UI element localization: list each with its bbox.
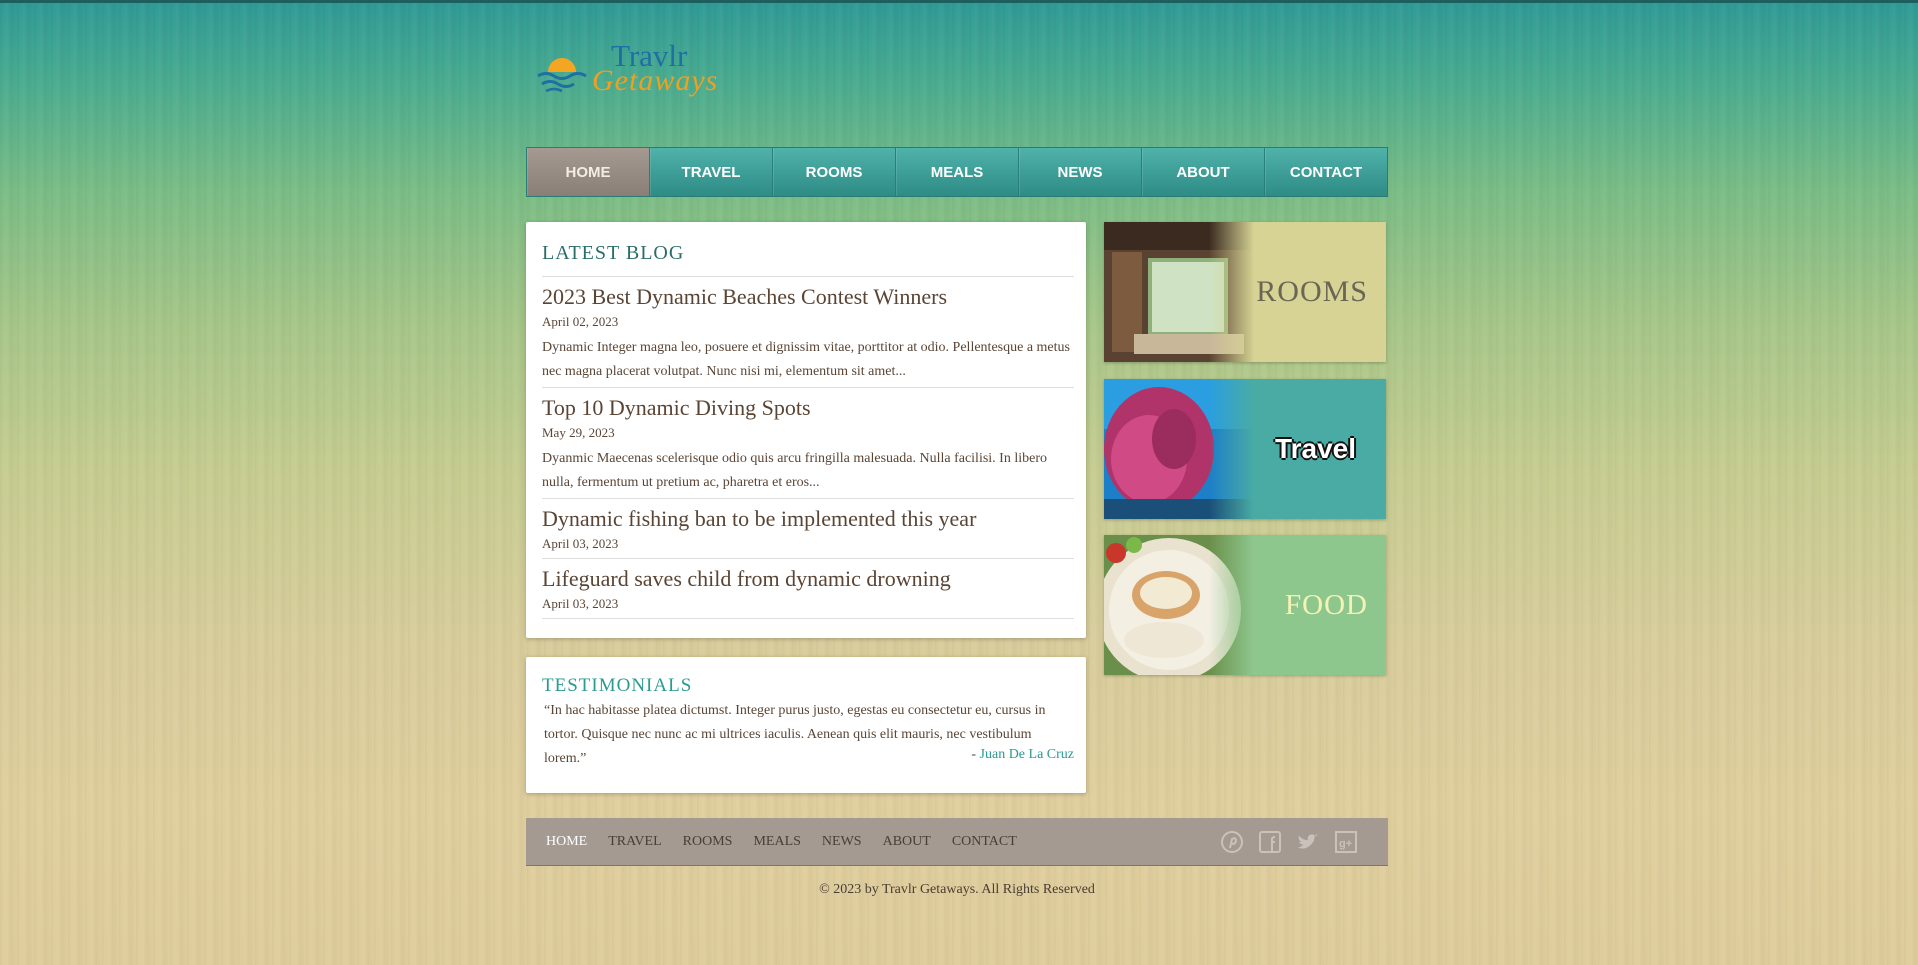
footer-nav: HOME TRAVEL ROOMS MEALS NEWS ABOUT CONTA…: [546, 818, 1038, 866]
food-feature-label: FOOD: [1285, 588, 1368, 621]
testimonials-heading: TESTIMONIALS: [542, 675, 693, 696]
blog-post-title[interactable]: Lifeguard saves child from dynamic drown…: [542, 566, 951, 592]
blog-post-excerpt: Dyanmic Maecenas scelerisque odio quis a…: [542, 451, 1047, 490]
footer-link-about[interactable]: ABOUT: [883, 834, 931, 850]
blog-post-title[interactable]: 2023 Best Dynamic Beaches Contest Winner…: [542, 284, 947, 310]
divider: [542, 558, 1074, 559]
copyright-text: © 2023 by Travlr Getaways. All Rights Re…: [819, 882, 1095, 897]
testimonial-author: - Juan De La Cruz: [971, 747, 1074, 763]
food-plate-photo: [1104, 535, 1254, 675]
divider: [542, 498, 1074, 499]
google-plus-icon[interactable]: g+: [1334, 830, 1358, 854]
pinterest-icon[interactable]: [1220, 830, 1244, 854]
food-feature-box[interactable]: FOOD: [1104, 535, 1386, 675]
site-logo[interactable]: Travlr Getaways: [536, 38, 726, 102]
blog-post-excerpt: Dynamic Integer magna leo, posuere et di…: [542, 340, 1070, 379]
rooms-feature-label: ROOMS: [1256, 275, 1368, 308]
blog-post-title[interactable]: Dynamic fishing ban to be implemented th…: [542, 506, 976, 532]
divider: [542, 276, 1074, 277]
latest-blog-heading: LATEST BLOG: [542, 242, 685, 264]
nav-meals[interactable]: MEALS: [896, 148, 1019, 196]
facebook-icon[interactable]: [1258, 830, 1282, 854]
nav-travel[interactable]: TRAVEL: [650, 148, 773, 196]
footer-link-meals[interactable]: MEALS: [753, 834, 800, 850]
testimonials-panel: TESTIMONIALS “In hac habitasse platea di…: [526, 657, 1086, 793]
footer-link-news[interactable]: NEWS: [822, 834, 862, 850]
footer-bar: HOME TRAVEL ROOMS MEALS NEWS ABOUT CONTA…: [526, 818, 1388, 866]
divider: [542, 387, 1074, 388]
footer-link-home[interactable]: HOME: [546, 834, 587, 850]
nav-news[interactable]: NEWS: [1019, 148, 1142, 196]
coral-reef-photo: [1104, 379, 1254, 519]
logo-text-getaways: Getaways: [592, 64, 719, 97]
svg-text:g+: g+: [1339, 838, 1352, 850]
twitter-icon[interactable]: [1296, 830, 1320, 854]
divider: [542, 618, 1074, 619]
author-prefix: -: [971, 747, 980, 762]
page-container: Travlr Getaways HOME TRAVEL ROOMS MEALS …: [526, 0, 1388, 965]
blog-post-date: May 29, 2023: [542, 425, 615, 440]
author-name[interactable]: Juan De La Cruz: [980, 747, 1074, 762]
blog-post-title[interactable]: Top 10 Dynamic Diving Spots: [542, 395, 811, 421]
latest-blog-panel: LATEST BLOG 2023 Best Dynamic Beaches Co…: [526, 222, 1086, 638]
main-nav: HOME TRAVEL ROOMS MEALS NEWS ABOUT CONTA…: [526, 147, 1388, 197]
nav-contact[interactable]: CONTACT: [1265, 148, 1387, 196]
travel-feature-label: Travel: [1275, 433, 1356, 464]
footer-link-contact[interactable]: CONTACT: [952, 834, 1017, 850]
nav-rooms[interactable]: ROOMS: [773, 148, 896, 196]
blog-post-date: April 02, 2023: [542, 314, 619, 329]
travel-feature-box[interactable]: Travel: [1104, 379, 1386, 519]
footer-link-travel[interactable]: TRAVEL: [608, 834, 661, 850]
social-links: g+: [1220, 830, 1358, 854]
rooms-feature-box[interactable]: ROOMS: [1104, 222, 1386, 362]
footer-link-rooms[interactable]: ROOMS: [683, 834, 733, 850]
nav-home[interactable]: HOME: [527, 148, 650, 196]
rooms-photo: [1104, 222, 1254, 362]
nav-about[interactable]: ABOUT: [1142, 148, 1265, 196]
blog-post-date: April 03, 2023: [542, 596, 619, 611]
blog-post-date: April 03, 2023: [542, 536, 619, 551]
